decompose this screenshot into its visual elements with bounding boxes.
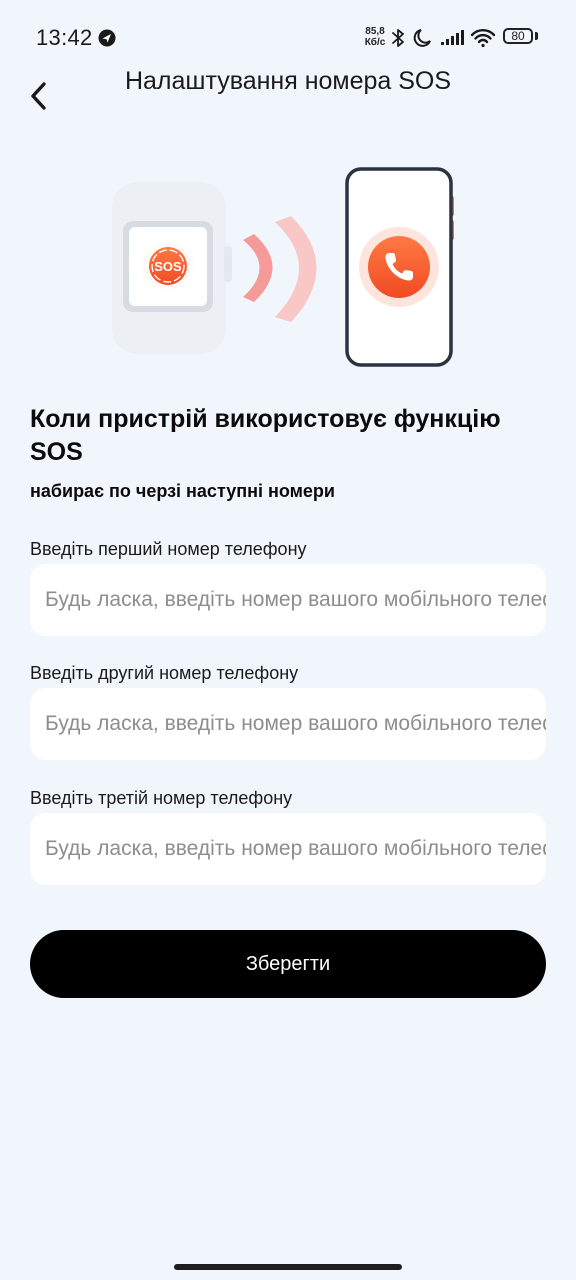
first-number-label: Введіть перший номер телефону: [30, 539, 307, 559]
sos-heading: Коли пристрій використовує функцію SOS: [30, 405, 501, 466]
first-number-input[interactable]: [30, 564, 546, 636]
second-number-label: Введіть другий номер телефону: [30, 663, 299, 683]
network-speed-value: 85,8: [365, 26, 385, 37]
home-indicator[interactable]: [174, 1264, 402, 1270]
navigation-icon: [98, 29, 116, 47]
third-number-input[interactable]: [30, 813, 546, 885]
sos-subheading: набирає по черзі наступні номери: [30, 481, 335, 501]
wifi-icon: [470, 29, 496, 48]
battery-level: 80: [511, 29, 525, 43]
status-bar: 13:42 85,8 Кб/с 80: [0, 0, 576, 76]
battery-icon: 80: [503, 28, 533, 44]
status-icons: [392, 29, 496, 48]
do-not-disturb-moon-icon: [413, 29, 431, 47]
network-speed: 85,8 Кб/с: [362, 26, 388, 48]
third-number-label: Введіть третій номер телефону: [30, 788, 293, 808]
back-button[interactable]: [24, 78, 60, 114]
save-button[interactable]: Зберегти: [30, 930, 546, 998]
network-speed-unit: Кб/с: [364, 37, 386, 48]
smartphone-illustration: [345, 167, 454, 367]
status-time: 13:42: [36, 25, 93, 50]
signal-waves-icon: [243, 216, 317, 322]
second-number-input[interactable]: [30, 688, 546, 760]
watch-sos-badge: SOS: [154, 259, 182, 274]
battery-tip: [535, 32, 538, 40]
page-title: Налаштування номера SOS: [124, 67, 452, 95]
signal-icon: [441, 30, 464, 45]
chevron-left-icon: [31, 82, 46, 110]
bluetooth-icon: [392, 29, 404, 47]
sos-illustration: SOS: [112, 167, 454, 367]
